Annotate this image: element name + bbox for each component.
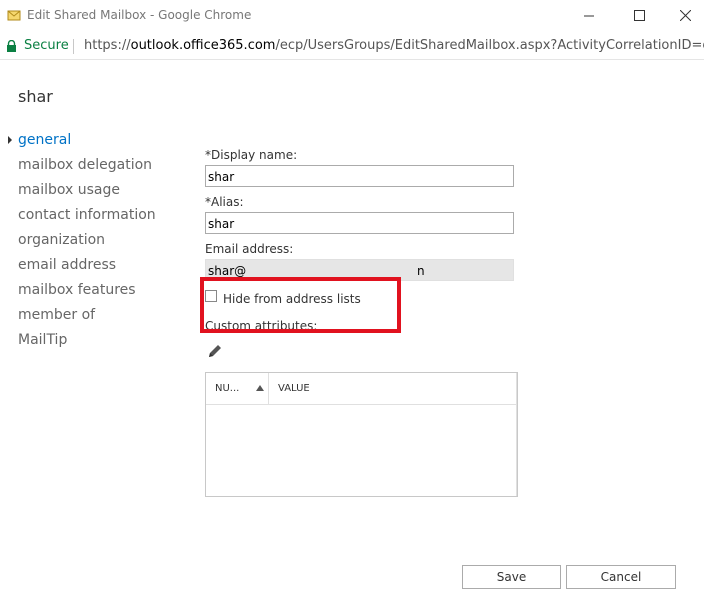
table-header: NU... VALUE — [206, 373, 517, 405]
secure-label: Secure — [24, 38, 69, 53]
email-address-label: Email address: — [205, 242, 294, 256]
nav-item-organization[interactable]: organization — [18, 231, 156, 256]
nav-item-email-address[interactable]: email address — [18, 256, 156, 281]
nav-item-mailtip[interactable]: MailTip — [18, 331, 156, 356]
nav-item-mailbox-features[interactable]: mailbox features — [18, 281, 156, 306]
column-number-label: NU... — [215, 383, 240, 394]
url-text[interactable]: https://outlook.office365.com/ecp/UsersG… — [84, 38, 704, 53]
section-nav: general mailbox delegation mailbox usage… — [8, 131, 156, 356]
window-titlebar: Edit Shared Mailbox - Google Chrome — [0, 0, 704, 32]
custom-attributes-table: NU... VALUE — [205, 372, 518, 497]
maximize-icon — [633, 9, 645, 21]
mail-icon — [7, 10, 21, 21]
maximize-button[interactable] — [616, 0, 662, 30]
address-bar[interactable]: Secure https://outlook.office365.com/ecp… — [0, 32, 704, 60]
email-address-tail: n — [417, 264, 425, 278]
close-icon — [679, 9, 691, 21]
close-button[interactable] — [662, 0, 704, 30]
minimize-button[interactable] — [566, 0, 612, 30]
save-button[interactable]: Save — [462, 565, 561, 589]
nav-item-mailbox-delegation[interactable]: mailbox delegation — [18, 156, 156, 181]
nav-item-member-of[interactable]: member of — [18, 306, 156, 331]
table-scroll-edge — [516, 373, 517, 496]
nav-item-general[interactable]: general — [18, 131, 156, 156]
email-address-value: shar@ — [208, 264, 247, 278]
column-value-header[interactable]: VALUE — [278, 383, 310, 394]
pencil-icon[interactable] — [206, 342, 224, 360]
sort-ascending-icon — [256, 385, 264, 391]
column-number-header[interactable]: NU... — [206, 373, 269, 404]
lock-icon — [7, 40, 16, 52]
window-title: Edit Shared Mailbox - Google Chrome — [27, 8, 252, 22]
url-prefix: https:// — [84, 38, 131, 53]
address-separator — [73, 39, 74, 54]
url-path: /ecp/UsersGroups/EditSharedMailbox.aspx?… — [275, 38, 704, 53]
display-name-label: *Display name: — [205, 148, 298, 162]
alias-label: *Alias: — [205, 195, 244, 209]
minimize-icon — [583, 15, 594, 16]
annotation-highlight-box — [200, 277, 401, 333]
display-name-field[interactable]: shar — [205, 165, 514, 187]
url-host: outlook.office365.com — [130, 38, 276, 53]
nav-item-contact-information[interactable]: contact information — [18, 206, 156, 231]
selected-caret-icon — [8, 136, 12, 144]
nav-item-mailbox-usage[interactable]: mailbox usage — [18, 181, 156, 206]
cancel-button[interactable]: Cancel — [566, 565, 676, 589]
page-title: shar — [18, 87, 53, 106]
alias-field[interactable]: shar — [205, 212, 514, 234]
